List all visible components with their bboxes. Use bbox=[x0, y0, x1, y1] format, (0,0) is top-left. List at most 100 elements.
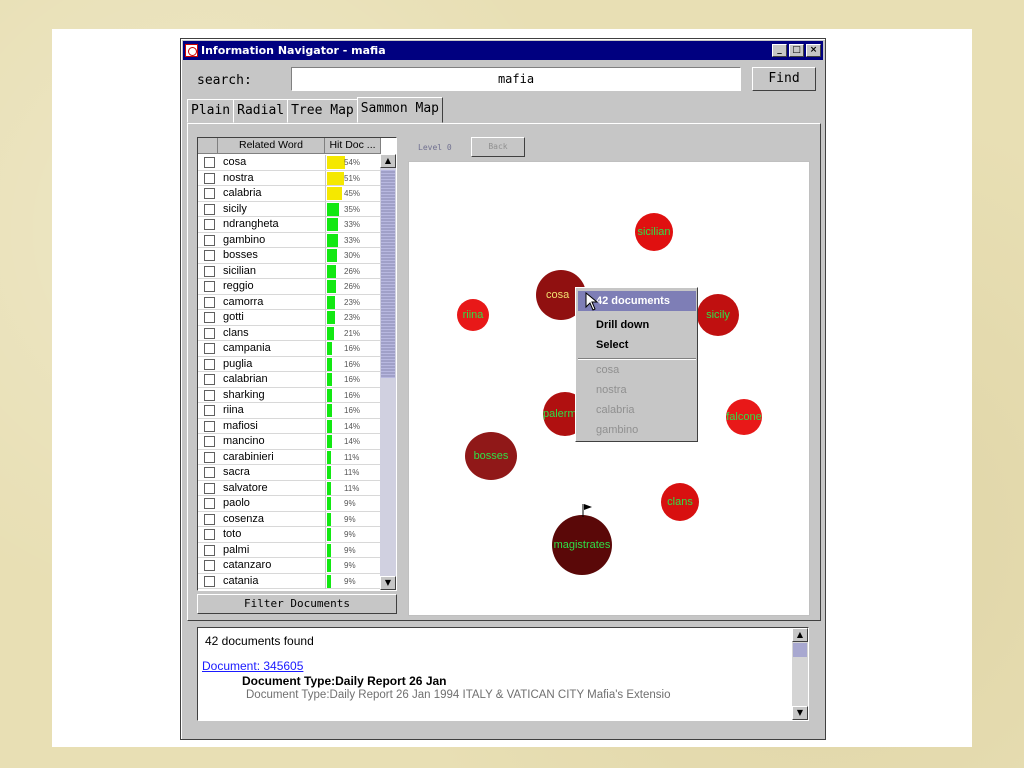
close-button[interactable]: × bbox=[806, 44, 821, 57]
results-scrollbar[interactable]: ▲ ▼ bbox=[792, 628, 808, 720]
row-checkbox[interactable] bbox=[204, 203, 215, 215]
results-scroll-down-icon[interactable]: ▼ bbox=[792, 706, 808, 720]
map-node-bosses[interactable]: bosses bbox=[465, 432, 517, 480]
table-row[interactable]: clans 21% bbox=[198, 325, 381, 341]
row-checkbox[interactable] bbox=[204, 374, 215, 385]
row-checkbox[interactable] bbox=[204, 420, 215, 432]
row-checkbox[interactable] bbox=[204, 265, 215, 277]
row-checkbox[interactable] bbox=[204, 312, 215, 323]
table-row[interactable]: paolo 9% bbox=[198, 496, 381, 512]
row-checkbox[interactable] bbox=[204, 513, 215, 525]
row-checkbox[interactable] bbox=[204, 451, 215, 463]
table-row[interactable]: bosses 30% bbox=[198, 248, 381, 264]
tab-tree-map[interactable]: Tree Map bbox=[287, 99, 358, 123]
row-checkbox[interactable] bbox=[204, 188, 215, 199]
table-row[interactable]: sicily 35% bbox=[198, 201, 381, 217]
row-checkbox[interactable] bbox=[204, 281, 215, 292]
results-scroll-thumb[interactable] bbox=[793, 643, 807, 657]
table-row[interactable]: cosa 54% bbox=[198, 155, 381, 171]
map-node-sicily[interactable]: sicily bbox=[697, 294, 739, 336]
row-checkbox[interactable] bbox=[204, 234, 215, 246]
results-scroll-up-icon[interactable]: ▲ bbox=[792, 628, 808, 642]
table-row[interactable]: puglia 16% bbox=[198, 356, 381, 372]
document-link[interactable]: Document: 345605 bbox=[202, 659, 303, 673]
scroll-up-icon[interactable]: ▲ bbox=[380, 154, 396, 168]
table-row[interactable]: sacra 11% bbox=[198, 465, 381, 481]
table-row[interactable]: calabria 45% bbox=[198, 186, 381, 202]
table-row[interactable]: riina 16% bbox=[198, 403, 381, 419]
table-row[interactable]: sharking 16% bbox=[198, 387, 381, 403]
maximize-button[interactable]: □ bbox=[789, 44, 804, 57]
row-checkbox[interactable] bbox=[204, 296, 215, 308]
back-button[interactable]: Back bbox=[471, 137, 525, 157]
table-row[interactable]: nostra 51% bbox=[198, 170, 381, 186]
row-checkbox[interactable] bbox=[204, 482, 215, 494]
row-checkbox[interactable] bbox=[204, 560, 215, 571]
table-row[interactable]: catania 9% bbox=[198, 573, 381, 589]
row-checkbox[interactable] bbox=[204, 467, 215, 478]
hit-bar bbox=[327, 233, 338, 247]
table-scrollbar[interactable]: ▲ ▼ bbox=[380, 154, 396, 590]
related-word: catanzaro bbox=[223, 559, 272, 571]
row-checkbox[interactable] bbox=[204, 219, 215, 230]
related-word: catania bbox=[223, 574, 259, 587]
row-checkbox[interactable] bbox=[204, 172, 215, 184]
table-row[interactable]: campania 16% bbox=[198, 341, 381, 357]
table-row[interactable]: toto 9% bbox=[198, 527, 381, 543]
map-node-clans[interactable]: clans bbox=[661, 483, 699, 521]
find-button[interactable]: Find bbox=[752, 67, 816, 91]
hit-bar bbox=[327, 311, 335, 324]
hit-bar bbox=[327, 295, 335, 309]
map-node-magistrates[interactable]: magistrates bbox=[552, 515, 612, 575]
tab-plain[interactable]: Plain bbox=[187, 99, 235, 123]
map-node-sicilian[interactable]: sicilian bbox=[635, 213, 673, 251]
table-row[interactable]: cosenza 9% bbox=[198, 511, 381, 527]
table-row[interactable]: ndrangheta 33% bbox=[198, 217, 381, 233]
tab-sammon-map[interactable]: Sammon Map bbox=[356, 97, 444, 123]
row-checkbox[interactable] bbox=[204, 358, 215, 370]
map-node-riina[interactable]: riina bbox=[457, 299, 489, 331]
mouse-pointer-icon bbox=[585, 292, 599, 311]
row-checkbox[interactable] bbox=[204, 405, 215, 416]
related-word-column-header[interactable]: Related Word bbox=[218, 138, 325, 154]
table-row[interactable]: gambino 33% bbox=[198, 232, 381, 248]
table-row[interactable]: palmi 9% bbox=[198, 542, 381, 558]
row-checkbox[interactable] bbox=[204, 250, 215, 261]
tab-radial[interactable]: Radial bbox=[233, 99, 289, 123]
table-row[interactable]: carabinieri 11% bbox=[198, 449, 381, 465]
table-row[interactable]: reggio 26% bbox=[198, 279, 381, 295]
table-row[interactable]: mafiosi 14% bbox=[198, 418, 381, 434]
minimize-button[interactable]: _ bbox=[772, 44, 787, 57]
row-checkbox[interactable] bbox=[204, 157, 215, 168]
scroll-thumb[interactable] bbox=[381, 170, 395, 378]
row-checkbox[interactable] bbox=[204, 529, 215, 540]
table-row[interactable]: salvatore 11% bbox=[198, 480, 381, 496]
menu-item-drill-down[interactable]: Drill down bbox=[578, 315, 696, 335]
row-checkbox[interactable] bbox=[204, 575, 215, 587]
row-checkbox[interactable] bbox=[204, 389, 215, 401]
table-row[interactable]: calabrian 16% bbox=[198, 372, 381, 388]
hit-doc-column-header[interactable]: Hit Doc ... bbox=[325, 138, 381, 154]
level-label: Level 0 bbox=[418, 143, 452, 152]
filter-documents-button[interactable]: Filter Documents bbox=[197, 594, 397, 614]
row-checkbox[interactable] bbox=[204, 436, 215, 447]
related-word: reggio bbox=[223, 280, 254, 292]
title-bar[interactable]: Information Navigator - mafia _ □ × bbox=[183, 41, 823, 60]
scroll-down-icon[interactable]: ▼ bbox=[380, 576, 396, 590]
hit-percent: 11% bbox=[344, 468, 360, 477]
row-checkbox[interactable] bbox=[204, 544, 215, 556]
menu-item-select[interactable]: Select bbox=[578, 335, 696, 355]
row-checkbox[interactable] bbox=[204, 343, 215, 354]
table-row[interactable]: camorra 23% bbox=[198, 294, 381, 310]
row-checkbox[interactable] bbox=[204, 327, 215, 339]
table-row[interactable]: sicilian 26% bbox=[198, 263, 381, 279]
map-node-falcone[interactable]: falcone bbox=[726, 399, 762, 435]
row-checkbox[interactable] bbox=[204, 498, 215, 509]
hit-percent: 33% bbox=[344, 235, 361, 245]
search-input[interactable]: mafia bbox=[291, 67, 741, 91]
hit-bar bbox=[327, 419, 332, 433]
table-row[interactable]: mancino 14% bbox=[198, 434, 381, 450]
table-row[interactable]: gotti 23% bbox=[198, 310, 381, 326]
table-row[interactable]: catanzaro 9% bbox=[198, 558, 381, 574]
related-word: sacra bbox=[223, 466, 250, 478]
